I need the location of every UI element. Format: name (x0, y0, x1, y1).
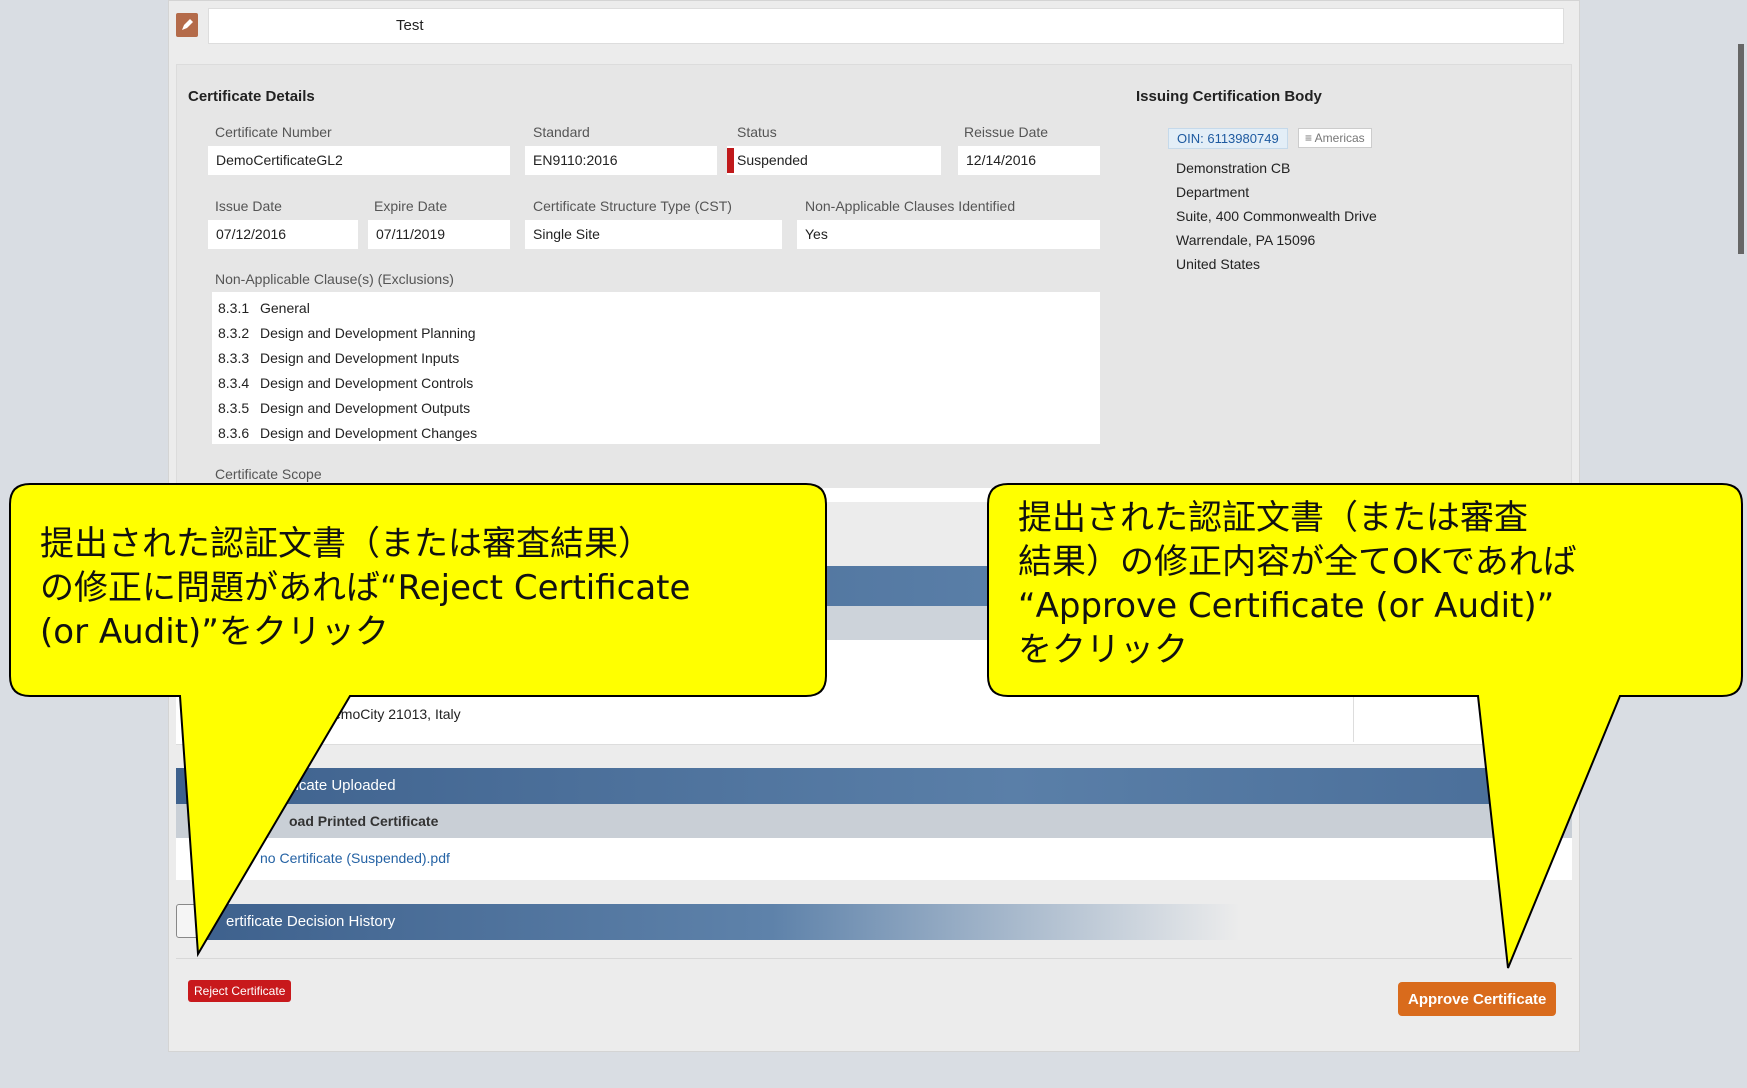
issue-date-label: Issue Date (215, 198, 282, 214)
standard-field: EN9110:2016 (525, 146, 717, 175)
approve-certificate-button[interactable]: Approve Certificate (1398, 982, 1557, 1016)
exclusions-list: 8.3.1 General 8.3.2 Design and Development… (212, 292, 1100, 444)
list-item: 8.3.6 Design and Development Changes (218, 425, 478, 441)
certificate-pdf-link[interactable]: no Certificate (Suspended).pdf (260, 850, 450, 866)
certificate-scope-field (212, 488, 1100, 502)
uploaded-file-row: no Certificate (Suspended).pdf (176, 838, 1572, 880)
issuing-body-title: Issuing Certification Body (1136, 88, 1322, 105)
list-item: 8.3.1 General (218, 300, 310, 316)
certificate-scope-label: Certificate Scope (215, 466, 322, 482)
cst-field: Single Site (525, 220, 782, 249)
status-value: Suspended (737, 152, 808, 168)
history-toggle-button[interactable] (176, 904, 202, 938)
uploaded-section-header: ificate Uploaded (176, 768, 1572, 804)
column-divider (1353, 690, 1354, 742)
cst-label: Certificate Structure Type (CST) (533, 198, 732, 214)
reject-certificate-button[interactable]: Reject Certificate (188, 980, 292, 1002)
uploaded-subheader: oad Printed Certificate (176, 804, 1572, 838)
nac-identified-field: Yes (797, 220, 1100, 249)
site-address: emoCity 21013, Italy (333, 706, 461, 722)
standard-label: Standard (533, 124, 590, 140)
issue-date-field: 07/12/2016 (208, 220, 358, 249)
region-badge: ≡ Americas (1298, 128, 1372, 148)
left-callout-text: 提出された認証文書（または審査結果） の修正に問題があれば“Reject Cer… (40, 524, 691, 652)
expire-date-label: Expire Date (374, 198, 448, 214)
right-callout-text: 提出された認証文書（または審査 結果）の修正内容が全てOKであれば “Appro… (1018, 498, 1577, 670)
status-field: Suspended (727, 146, 941, 175)
status-indicator (727, 148, 734, 173)
divider (176, 958, 1572, 959)
edit-icon[interactable] (176, 13, 198, 37)
reissue-date-label: Reissue Date (964, 124, 1049, 140)
top-row-text: Test (396, 17, 424, 34)
reissue-date-field: 12/14/2016 (958, 146, 1100, 175)
certificate-number-field: DemoCertificateGL2 (208, 146, 510, 175)
certificate-number-label: Certificate Number (215, 124, 332, 140)
list-item: 8.3.4 Design and Development Controls (218, 375, 474, 391)
exclusions-label: Non-Applicable Clause(s) (Exclusions) (215, 271, 454, 287)
nac-identified-label: Non-Applicable Clauses Identified (805, 198, 1016, 214)
scrollbar-thumb[interactable] (1738, 44, 1744, 254)
expire-date-field: 07/11/2019 (368, 220, 510, 249)
list-item: 8.3.2 Design and Development Planning (218, 325, 476, 341)
certificate-details-title: Certificate Details (188, 88, 315, 105)
issuing-body-address: Demonstration CB Department Suite, 400 C… (1176, 160, 1377, 272)
decision-history-header[interactable]: ertificate Decision History (200, 904, 1240, 940)
status-label: Status (737, 124, 777, 140)
oin-badge: OIN: 6113980749 (1168, 128, 1288, 149)
list-item: 8.3.3 Design and Development Inputs (218, 350, 460, 366)
list-item: 8.3.5 Design and Development Outputs (218, 400, 471, 416)
